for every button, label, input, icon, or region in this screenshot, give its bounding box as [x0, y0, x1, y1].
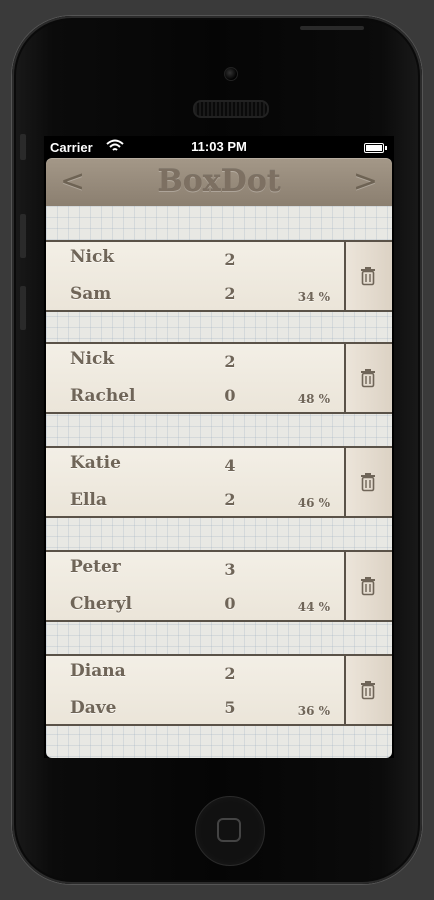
player1-name: Nick: [70, 349, 115, 369]
trash-icon: [360, 368, 376, 388]
player1-score: 2: [224, 664, 236, 683]
delete-button[interactable]: [346, 342, 392, 414]
game-row[interactable]: Nick 2 Rachel 0 48 %: [46, 342, 392, 414]
progress-percent: 46 %: [297, 496, 330, 510]
player2-score: 2: [224, 490, 236, 509]
game-summary[interactable]: Katie 4 Ella 2 46 %: [46, 446, 346, 518]
earpiece-speaker: [193, 100, 269, 118]
trash-icon: [360, 472, 376, 492]
trash-icon: [360, 576, 376, 596]
player2-score: 5: [224, 698, 236, 717]
player2-name: Dave: [70, 698, 117, 718]
next-button[interactable]: >: [353, 164, 378, 199]
progress-percent: 34 %: [297, 290, 330, 304]
player2-score: 0: [224, 594, 236, 613]
mute-switch: [20, 134, 26, 160]
player1-score: 2: [224, 352, 236, 371]
player1-score: 3: [224, 560, 236, 579]
player2-name: Rachel: [70, 386, 136, 406]
game-summary[interactable]: Diana 2 Dave 5 36 %: [46, 654, 346, 726]
delete-button[interactable]: [346, 446, 392, 518]
app-title: BoxDot: [157, 164, 281, 199]
front-camera: [224, 67, 238, 81]
player2-score: 2: [224, 284, 236, 303]
player1-name: Peter: [70, 557, 121, 577]
status-bar: Carrier 11:03 PM: [44, 136, 394, 158]
trash-icon: [360, 680, 376, 700]
player2-name: Sam: [70, 284, 112, 304]
player1-name: Diana: [70, 661, 126, 681]
player1-name: Katie: [70, 453, 121, 473]
delete-button[interactable]: [346, 240, 392, 312]
sleep-button: [300, 26, 364, 30]
volume-down-button: [20, 286, 26, 330]
game-row[interactable]: Peter 3 Cheryl 0 44 %: [46, 550, 392, 622]
progress-percent: 44 %: [297, 600, 330, 614]
game-row[interactable]: Katie 4 Ella 2 46 %: [46, 446, 392, 518]
game-row[interactable]: Diana 2 Dave 5 36 %: [46, 654, 392, 726]
player1-score: 4: [224, 456, 236, 475]
battery-icon: [364, 143, 387, 153]
game-row[interactable]: Nick 2 Sam 2 34 %: [46, 240, 392, 312]
home-button[interactable]: [195, 796, 265, 866]
game-summary[interactable]: Nick 2 Rachel 0 48 %: [46, 342, 346, 414]
trash-icon: [360, 266, 376, 286]
player2-name: Cheryl: [70, 594, 132, 614]
delete-button[interactable]: [346, 654, 392, 726]
progress-percent: 36 %: [297, 704, 330, 718]
volume-up-button: [20, 214, 26, 258]
player2-score: 0: [224, 386, 236, 405]
player2-name: Ella: [70, 490, 107, 510]
game-summary[interactable]: Nick 2 Sam 2 34 %: [46, 240, 346, 312]
games-list: Nick 2 Sam 2 34 % Nick 2 Rachel 0 48 % K…: [46, 206, 392, 758]
nav-bar: < BoxDot >: [46, 158, 392, 206]
delete-button[interactable]: [346, 550, 392, 622]
progress-percent: 48 %: [297, 392, 330, 406]
player1-score: 2: [224, 250, 236, 269]
screen: Carrier 11:03 PM < BoxDot > Nick 2 Sam 2…: [44, 136, 394, 758]
player1-name: Nick: [70, 247, 115, 267]
game-summary[interactable]: Peter 3 Cheryl 0 44 %: [46, 550, 346, 622]
status-time: 11:03 PM: [191, 139, 247, 154]
